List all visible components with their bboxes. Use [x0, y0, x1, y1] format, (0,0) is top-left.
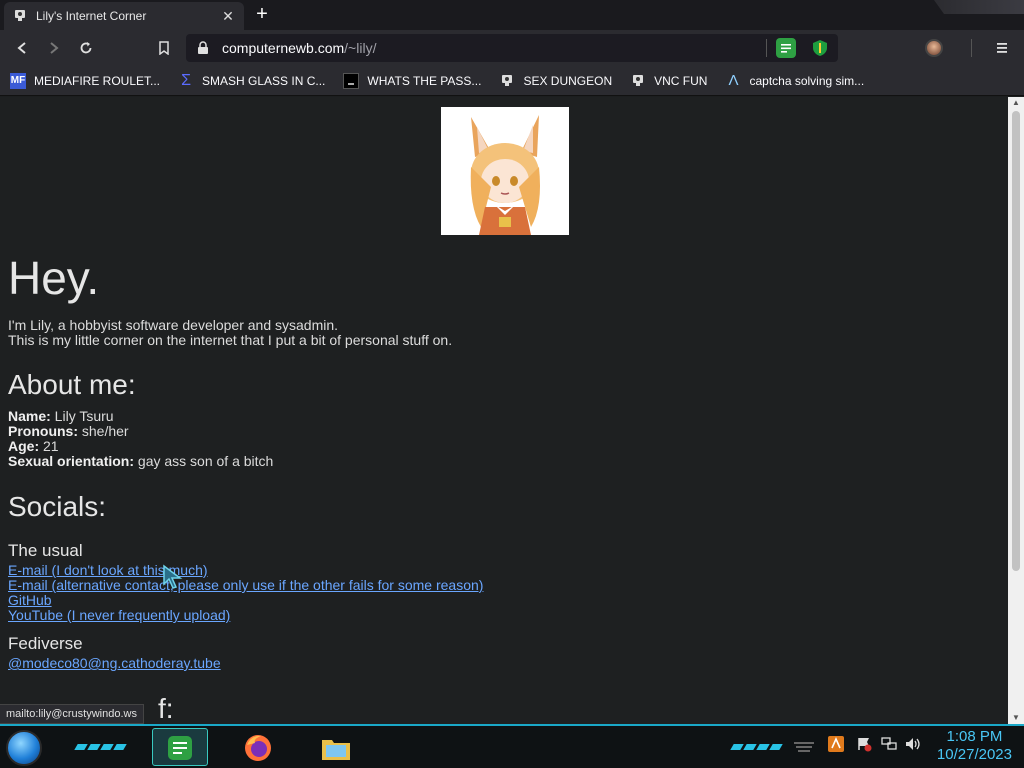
- intro-line: This is my little corner on the internet…: [8, 332, 453, 348]
- bookmark-item[interactable]: SEX DUNGEON: [499, 73, 612, 89]
- lambda-icon: Λ: [728, 72, 739, 89]
- taskbar-decoration: [74, 732, 127, 762]
- vnc-icon: [630, 73, 646, 89]
- fediverse-link[interactable]: @modeco80@ng.cathoderay.tube: [8, 656, 221, 671]
- bookmark-icon: [159, 41, 169, 55]
- bookmark-item[interactable]: VNC FUN: [630, 73, 707, 89]
- fediverse-heading: Fediverse: [8, 634, 83, 653]
- notes-app-icon[interactable]: [162, 730, 198, 766]
- address-bar[interactable]: computernewb.com/~lily/: [186, 34, 838, 62]
- about-list: Name: Lily Tsuru Pronouns: she/her Age: …: [8, 409, 273, 469]
- about-key: Pronouns:: [8, 423, 78, 439]
- about-value: gay ass son of a bitch: [134, 453, 274, 469]
- bookmark-item[interactable]: Λ captcha solving sim...: [725, 72, 865, 89]
- about-item: Age: 21: [8, 439, 273, 454]
- bookmark-label: SMASH GLASS IN C...: [202, 73, 326, 88]
- bookmark-label: captcha solving sim...: [749, 73, 865, 88]
- volume-icon[interactable]: [904, 736, 922, 755]
- network-icon[interactable]: [880, 736, 898, 755]
- profile-picture: [441, 107, 569, 235]
- show-hidden-icons-icon[interactable]: [792, 740, 816, 757]
- page-scrollbar[interactable]: ▲ ▼: [1008, 97, 1024, 724]
- web-page: Hey. I'm Lily, a hobbyist software devel…: [0, 97, 1008, 724]
- reload-button[interactable]: [70, 34, 102, 62]
- bookmark-label: WHATS THE PASS...: [367, 73, 482, 88]
- back-button[interactable]: [6, 34, 38, 62]
- file-explorer-icon[interactable]: [318, 730, 354, 766]
- about-key: Age:: [8, 438, 40, 454]
- shield-extension-icon[interactable]: [810, 38, 830, 58]
- scroll-up-icon[interactable]: ▲: [1008, 97, 1024, 109]
- about-value: she/her: [78, 423, 129, 439]
- sigma-icon: Σ: [181, 71, 191, 89]
- clock-time: 1:08 PM: [946, 728, 1003, 745]
- profile-avatar[interactable]: [925, 39, 943, 57]
- usual-heading: The usual: [8, 541, 83, 560]
- forward-button[interactable]: [38, 34, 70, 62]
- menu-button[interactable]: [986, 34, 1018, 62]
- urlbar-divider: [766, 39, 767, 57]
- window-decoration: [934, 0, 1024, 14]
- youtube-link[interactable]: YouTube (I never frequently upload): [8, 608, 483, 623]
- reload-icon: [80, 42, 92, 54]
- browser-toolbar: computernewb.com/~lily/: [0, 30, 1024, 66]
- socials-heading: Socials:: [8, 491, 107, 522]
- fediverse-links: @modeco80@ng.cathoderay.tube: [8, 656, 221, 671]
- dark-square-icon: [343, 72, 360, 89]
- bookmark-item[interactable]: Σ SMASH GLASS IN C...: [178, 71, 326, 89]
- email-link[interactable]: E-mail (I don't look at this much): [8, 563, 483, 578]
- about-item: Name: Lily Tsuru: [8, 409, 273, 424]
- forward-arrow-icon: [50, 42, 59, 54]
- bookmark-item[interactable]: WHATS THE PASS...: [343, 72, 482, 89]
- tray-app-icon[interactable]: [828, 736, 844, 755]
- back-arrow-icon: [17, 42, 26, 54]
- taskbar-clock[interactable]: 1:08 PM 10/27/2023: [937, 728, 1012, 764]
- link-status-tooltip: mailto:lily@crustywindo.ws: [0, 704, 144, 724]
- browser-titlebar: Lily's Internet Corner ✕ +: [0, 0, 1024, 30]
- mouse-cursor-icon: [163, 564, 183, 589]
- bookmark-label: MEDIAFIRE ROULET...: [34, 73, 161, 88]
- firefox-icon[interactable]: [240, 730, 276, 766]
- bookmark-button[interactable]: [148, 34, 180, 62]
- hamburger-menu-icon: [997, 43, 1007, 53]
- mediafire-icon: MF: [10, 72, 26, 89]
- new-tab-button[interactable]: +: [250, 4, 274, 26]
- about-key: Name:: [8, 408, 51, 424]
- partial-heading: f:: [158, 693, 174, 724]
- bookmark-label: VNC FUN: [654, 73, 708, 88]
- action-center-flag-icon[interactable]: [856, 736, 872, 755]
- vnc-icon: [499, 73, 515, 89]
- taskbar-decoration: [730, 732, 783, 762]
- start-button[interactable]: [6, 730, 42, 766]
- tab-title: Lily's Internet Corner: [36, 9, 147, 23]
- lock-icon: [198, 41, 208, 54]
- about-item: Sexual orientation: gay ass son of a bit…: [8, 454, 273, 469]
- alt-email-link[interactable]: E-mail (alternative contact, please only…: [8, 578, 483, 593]
- intro-text: I'm Lily, a hobbyist software developer …: [8, 318, 452, 348]
- usual-links: E-mail (I don't look at this much) E-mai…: [8, 563, 483, 623]
- tab-close-icon[interactable]: ✕: [220, 8, 236, 25]
- notes-extension-icon[interactable]: [776, 38, 796, 58]
- clock-date: 10/27/2023: [936, 746, 1012, 763]
- about-heading: About me:: [8, 369, 136, 400]
- bookmark-label: SEX DUNGEON: [523, 73, 613, 88]
- url-host: computernewb.com: [222, 40, 345, 56]
- scrollbar-thumb[interactable]: [1012, 111, 1020, 571]
- bookmark-item[interactable]: MF MEDIAFIRE ROULET...: [10, 72, 161, 89]
- github-link[interactable]: GitHub: [8, 593, 483, 608]
- vnc-favicon-icon: [12, 8, 28, 24]
- about-value: 21: [39, 438, 59, 454]
- toolbar-divider: [971, 39, 972, 57]
- taskbar: 1:08 PM 10/27/2023: [0, 724, 1024, 768]
- about-key: Sexual orientation:: [8, 453, 135, 469]
- about-item: Pronouns: she/her: [8, 424, 273, 439]
- page-heading: Hey.: [8, 252, 100, 304]
- url-path: /~lily/: [344, 40, 377, 56]
- bookmarks-bar: MF MEDIAFIRE ROULET... Σ SMASH GLASS IN …: [0, 66, 1024, 96]
- scroll-down-icon[interactable]: ▼: [1008, 712, 1024, 724]
- intro-line: I'm Lily, a hobbyist software developer …: [8, 317, 339, 333]
- about-value: Lily Tsuru: [50, 408, 114, 424]
- browser-tab[interactable]: Lily's Internet Corner ✕: [4, 2, 244, 30]
